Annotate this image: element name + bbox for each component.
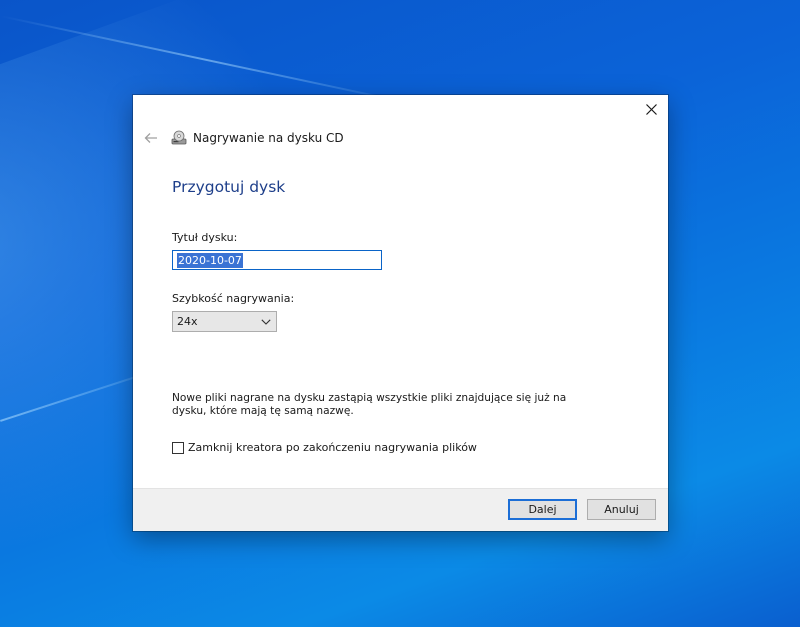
burn-speed-label: Szybkość nagrywania: [172, 292, 295, 305]
overwrite-info-text: Nowe pliki nagrane na dysku zastąpią wsz… [172, 392, 567, 417]
burn-speed-select[interactable]: 24x [172, 311, 277, 332]
disc-title-label: Tytuł dysku: [172, 231, 238, 244]
next-button[interactable]: Dalej [508, 499, 577, 520]
cancel-button[interactable]: Anuluj [587, 499, 656, 520]
close-icon [645, 103, 657, 115]
back-button[interactable] [141, 129, 161, 147]
dialog-title: Nagrywanie na dysku CD [193, 131, 344, 145]
chevron-down-icon [261, 318, 271, 325]
dialog-title-bar: Nagrywanie na dysku CD [171, 129, 344, 147]
close-wizard-label: Zamknij kreatora po zakończeniu nagrywan… [188, 441, 477, 454]
cd-burner-icon [171, 130, 187, 145]
close-wizard-option[interactable]: Zamknij kreatora po zakończeniu nagrywan… [172, 441, 477, 454]
close-wizard-checkbox[interactable] [172, 441, 184, 454]
disc-title-input[interactable]: 2020-10-07 [172, 250, 382, 270]
burn-speed-value: 24x [177, 315, 198, 328]
disc-title-value: 2020-10-07 [177, 252, 243, 268]
close-button[interactable] [634, 95, 668, 123]
arrow-left-icon [144, 133, 157, 143]
desktop-light-beam [0, 15, 411, 105]
page-heading: Przygotuj dysk [172, 178, 286, 196]
burn-disc-dialog: Nagrywanie na dysku CD Przygotuj dysk Ty… [133, 95, 668, 531]
dialog-footer: Dalej Anuluj [133, 488, 668, 531]
